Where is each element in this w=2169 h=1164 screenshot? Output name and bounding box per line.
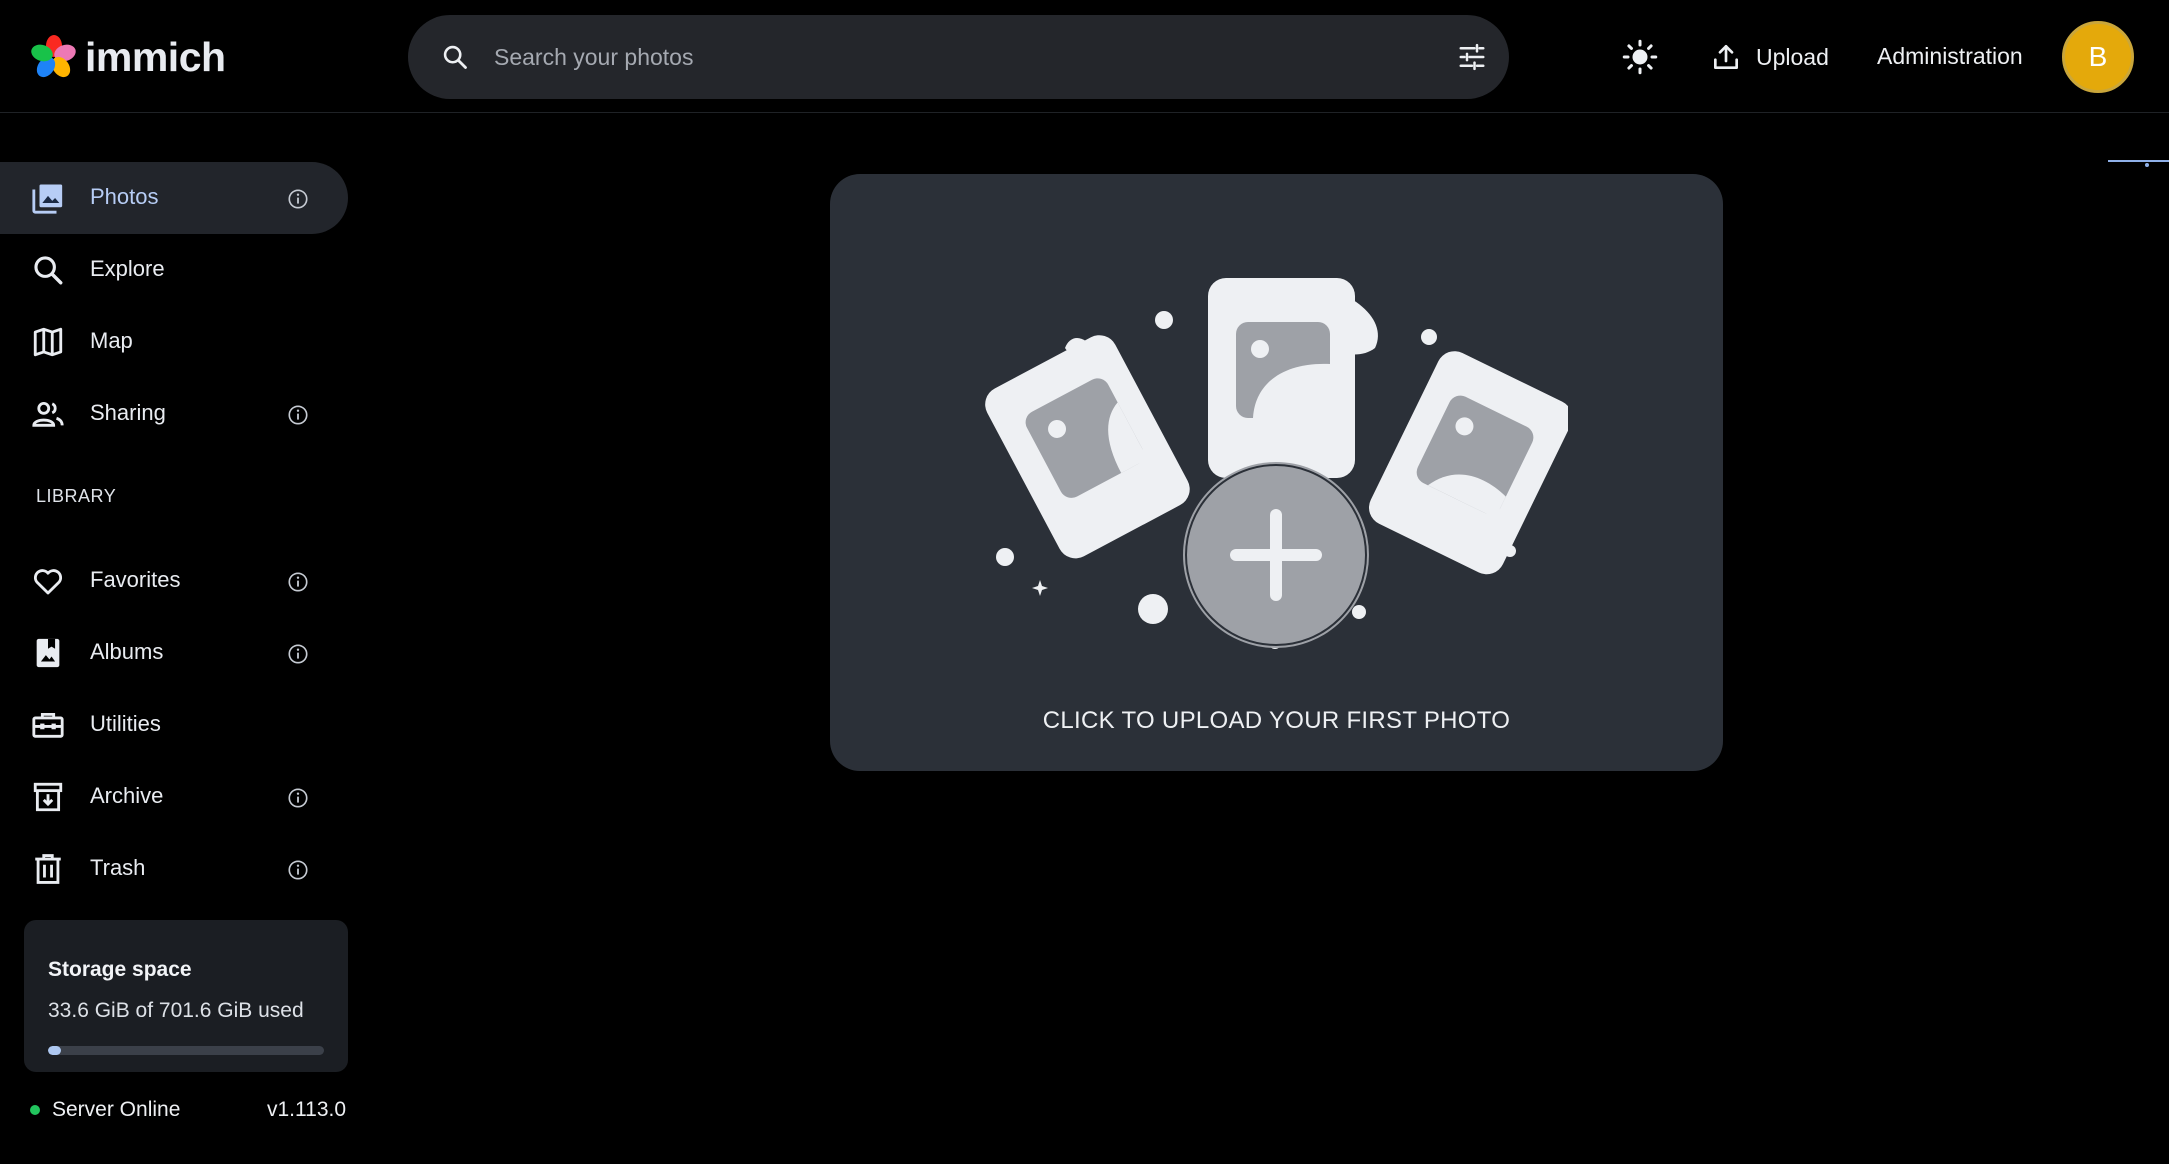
app-root: immich Search your photos Upload Adminis… (0, 0, 2169, 1164)
sidebar-item-albums[interactable]: Albums (0, 617, 348, 689)
storage-title: Storage space (48, 958, 192, 981)
album-icon (36, 638, 60, 668)
sidebar: Photos Explore Map Sharing LIBRARY Favor… (0, 113, 350, 1164)
app-name: immich (85, 33, 226, 80)
server-version[interactable]: v1.113.0 (267, 1098, 346, 1122)
sidebar-item-archive[interactable]: Archive (0, 761, 348, 833)
sidebar-label-map: Map (90, 328, 133, 353)
storage-panel: Storage space 33.6 GiB of 701.6 GiB used (24, 920, 348, 1072)
immich-logo[interactable]: immich (30, 32, 226, 82)
sharing-info-icon[interactable] (287, 404, 309, 426)
sidebar-item-explore[interactable]: Explore (0, 234, 348, 306)
upload-prompt-text: CLICK TO UPLOAD YOUR FIRST PHOTO (1042, 707, 1511, 734)
user-avatar[interactable]: B (2062, 21, 2134, 93)
storage-used-text: 33.6 GiB of 701.6 GiB used (48, 999, 304, 1022)
archive-info-icon[interactable] (287, 787, 309, 809)
sidebar-item-photos[interactable]: Photos (0, 162, 348, 234)
timeline-scrubber[interactable] (2108, 160, 2169, 162)
sidebar-label-sharing: Sharing (90, 400, 166, 425)
toolbox-icon (32, 712, 64, 738)
sidebar-item-favorites[interactable]: Favorites (0, 545, 348, 617)
albums-info-icon[interactable] (287, 643, 309, 665)
archive-icon (33, 782, 63, 812)
server-status-text: Server Online (52, 1098, 181, 1121)
avatar-initial: B (2088, 41, 2108, 72)
library-heading: LIBRARY (36, 486, 117, 506)
sidebar-label-photos: Photos (90, 184, 159, 209)
upload-label: Upload (1756, 43, 1829, 70)
upload-first-photo-card[interactable]: CLICK TO UPLOAD YOUR FIRST PHOTO (830, 174, 1723, 771)
sidebar-item-utilities[interactable]: Utilities (0, 689, 348, 761)
photos-info-icon[interactable] (287, 188, 309, 210)
sidebar-item-map[interactable]: Map (0, 306, 348, 378)
upload-button[interactable]: Upload (1710, 36, 1829, 78)
sidebar-label-archive: Archive (90, 783, 164, 808)
administration-link[interactable]: Administration (1877, 43, 2023, 70)
search-icon[interactable] (441, 43, 469, 71)
upload-icon (1714, 45, 1738, 69)
sidebar-label-favorites: Favorites (90, 567, 181, 592)
storage-progress-bar (48, 1046, 324, 1055)
search-bar[interactable] (408, 15, 1509, 99)
timeline-scrubber-dot (2145, 163, 2149, 167)
explore-search-icon (34, 256, 63, 285)
storage-progress-fill (48, 1046, 62, 1055)
top-bar: immich Search your photos Upload Adminis… (0, 0, 2169, 113)
sidebar-label-albums: Albums (90, 639, 164, 664)
search-filter-icon[interactable] (1457, 42, 1487, 72)
map-icon (33, 327, 63, 357)
sidebar-label-trash: Trash (90, 855, 146, 880)
trash-info-icon[interactable] (287, 859, 309, 881)
immich-logo-icon (31, 35, 76, 78)
sidebar-item-trash[interactable]: Trash (0, 833, 348, 905)
favorites-info-icon[interactable] (287, 571, 309, 593)
status-online-dot (30, 1105, 40, 1115)
trash-icon (35, 854, 61, 884)
server-status: Server Online (30, 1098, 180, 1122)
search-input[interactable] (494, 35, 1374, 79)
heart-icon (33, 569, 63, 595)
sidebar-label-explore: Explore (90, 256, 165, 281)
sharing-icon (32, 401, 64, 427)
sidebar-label-utilities: Utilities (90, 711, 161, 736)
photos-icon (32, 184, 63, 214)
upload-illustration (985, 278, 1568, 649)
sidebar-item-sharing[interactable]: Sharing (0, 378, 348, 450)
theme-toggle-sun-icon[interactable] (1622, 39, 1658, 75)
